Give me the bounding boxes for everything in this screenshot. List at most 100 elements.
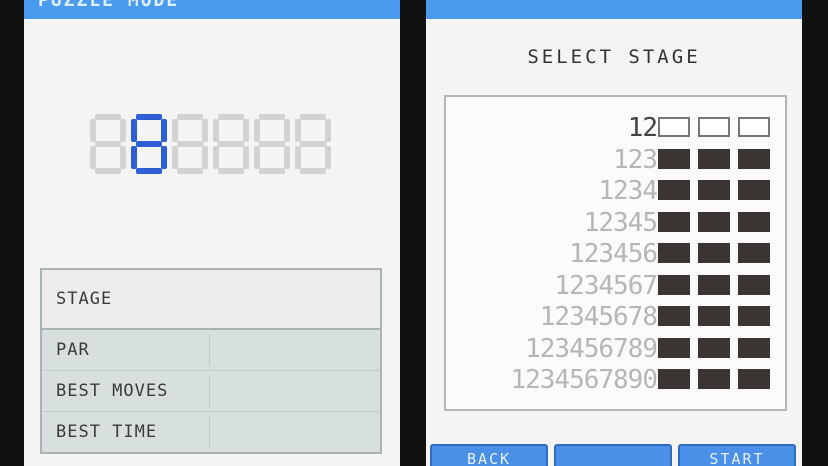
- stage-number-label: 1234567: [554, 270, 658, 301]
- segment-b: [284, 119, 290, 142]
- segment-e: [131, 146, 137, 169]
- segment-c: [325, 146, 331, 169]
- segment-a: [95, 114, 121, 120]
- stage-row[interactable]: 123456789: [446, 336, 785, 362]
- segment-d: [259, 168, 285, 174]
- segment-e: [213, 146, 219, 169]
- stage-row[interactable]: 12345678: [446, 304, 785, 330]
- digit[interactable]: [90, 114, 126, 174]
- stage-number-label: 123456: [569, 239, 658, 269]
- segment-c: [202, 146, 208, 169]
- segment-g: [136, 141, 162, 147]
- stage-row[interactable]: 123456: [446, 241, 785, 267]
- stage-row[interactable]: 123: [446, 147, 785, 173]
- locked-stage-box[interactable]: [658, 274, 690, 295]
- locked-stage-box[interactable]: [698, 211, 730, 232]
- segment-d: [300, 168, 326, 174]
- stat-row-par: PAR: [42, 330, 380, 371]
- best-moves-value: [210, 375, 380, 407]
- stage-number-label: 1234: [598, 176, 658, 206]
- locked-stage-box[interactable]: [738, 306, 770, 326]
- stage-number-label: 123: [613, 144, 658, 175]
- open-stage-box[interactable]: [658, 117, 690, 137]
- segment-f: [254, 119, 260, 142]
- best-time-value: [210, 416, 380, 448]
- locked-stage-box[interactable]: [738, 211, 770, 232]
- locked-stage-box[interactable]: [738, 337, 770, 358]
- stage-row[interactable]: 1234567890: [446, 367, 785, 393]
- segment-a: [218, 114, 244, 120]
- locked-stage-box[interactable]: [698, 148, 730, 169]
- seven-segment-display: [90, 114, 331, 174]
- stage-row[interactable]: 12345: [446, 210, 785, 236]
- open-stage-box[interactable]: [698, 117, 730, 137]
- stat-row-best-moves: BEST MOVES: [42, 371, 380, 412]
- segment-b: [161, 119, 167, 142]
- start-button[interactable]: START: [678, 444, 796, 466]
- best-time-label: BEST TIME: [42, 416, 210, 448]
- digit[interactable]: [254, 114, 290, 174]
- locked-stage-box[interactable]: [658, 243, 690, 263]
- title-bar: PUZZLE MODE: [24, 0, 400, 19]
- stat-row-best-time: BEST TIME: [42, 412, 380, 452]
- segment-c: [243, 146, 249, 169]
- back-button[interactable]: BACK: [430, 444, 548, 466]
- stage-select-screen: SELECT STAGE 12 123 1234 12345 123456 1234567…: [426, 0, 802, 466]
- segment-g: [177, 141, 203, 147]
- segment-f: [131, 119, 137, 142]
- stage-list-panel: 12 123 1234 12345 123456 1234567 12345678 12345…: [444, 95, 787, 411]
- segment-b: [202, 119, 208, 142]
- stage-number-label: 12345: [583, 207, 658, 238]
- segment-f: [90, 119, 96, 142]
- puzzle-mode-screen: PUZZLE MODE STAGE PAR BEST MOVES BEST TI…: [24, 0, 400, 466]
- segment-c: [161, 146, 167, 169]
- locked-stage-box[interactable]: [698, 306, 730, 326]
- active-digit[interactable]: [131, 114, 167, 174]
- open-stage-box[interactable]: [738, 117, 770, 137]
- locked-stage-box[interactable]: [738, 180, 770, 200]
- segment-d: [218, 168, 244, 174]
- segment-f: [213, 119, 219, 142]
- stage-number-label: 123456789: [525, 333, 658, 364]
- digit[interactable]: [295, 114, 331, 174]
- segment-e: [254, 146, 260, 169]
- stage-number-label: 12345678: [539, 302, 658, 332]
- segment-e: [90, 146, 96, 169]
- title-bar: [426, 0, 802, 19]
- locked-stage-box[interactable]: [698, 369, 730, 389]
- segment-e: [172, 146, 178, 169]
- locked-stage-box[interactable]: [738, 369, 770, 389]
- locked-stage-box[interactable]: [698, 274, 730, 295]
- locked-stage-box[interactable]: [658, 337, 690, 358]
- screen-title: PUZZLE MODE: [38, 0, 180, 11]
- segment-g: [95, 141, 121, 147]
- stage-row[interactable]: 1234: [446, 178, 785, 204]
- locked-stage-box[interactable]: [658, 369, 690, 389]
- locked-stage-box[interactable]: [698, 337, 730, 358]
- segment-d: [177, 168, 203, 174]
- middle-button[interactable]: [554, 444, 672, 466]
- segment-a: [300, 114, 326, 120]
- segment-c: [284, 146, 290, 169]
- stage-row[interactable]: 1234567: [446, 273, 785, 299]
- locked-stage-box[interactable]: [738, 148, 770, 169]
- select-stage-title: SELECT STAGE: [527, 46, 701, 68]
- segment-f: [295, 119, 301, 142]
- stage-row[interactable]: 12: [446, 115, 785, 141]
- segment-d: [95, 168, 121, 174]
- par-value: [210, 334, 380, 366]
- digit[interactable]: [172, 114, 208, 174]
- locked-stage-box[interactable]: [658, 306, 690, 326]
- segment-e: [295, 146, 301, 169]
- locked-stage-box[interactable]: [658, 148, 690, 169]
- locked-stage-box[interactable]: [658, 211, 690, 232]
- locked-stage-box[interactable]: [658, 180, 690, 200]
- segment-a: [259, 114, 285, 120]
- segment-c: [120, 146, 126, 169]
- locked-stage-box[interactable]: [738, 274, 770, 295]
- digit[interactable]: [213, 114, 249, 174]
- locked-stage-box[interactable]: [698, 180, 730, 200]
- locked-stage-box[interactable]: [738, 243, 770, 263]
- locked-stage-box[interactable]: [698, 243, 730, 263]
- stage-number-label: 12: [627, 113, 658, 143]
